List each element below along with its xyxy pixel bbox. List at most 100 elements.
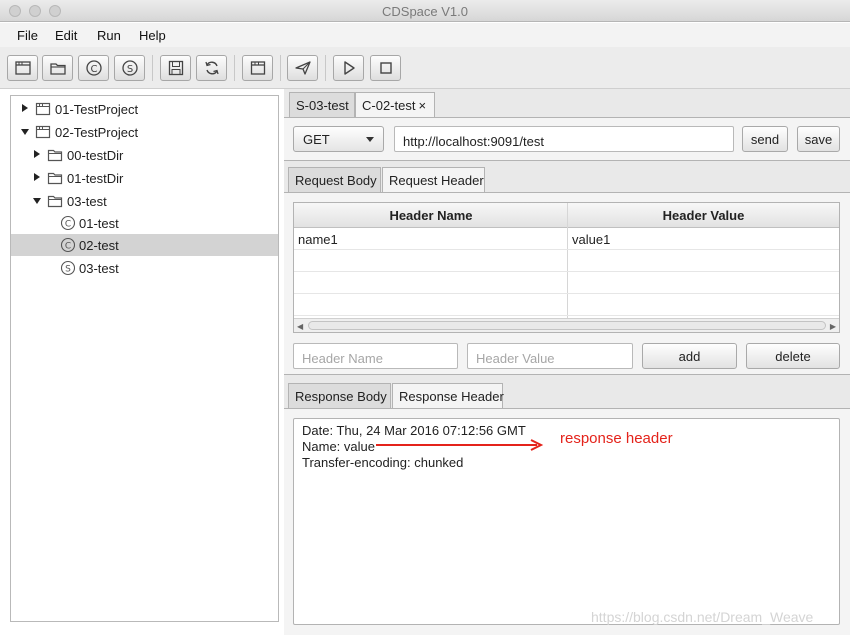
tab-label: C-02-test xyxy=(362,98,416,113)
server-icon: S xyxy=(60,260,76,276)
annotation-label: response header xyxy=(560,430,673,447)
refresh-icon xyxy=(204,61,219,75)
tree-item-label: 03-test xyxy=(79,261,119,276)
open-folder-icon xyxy=(49,63,66,75)
column-header-value[interactable]: Header Value xyxy=(568,203,839,228)
svg-text:S: S xyxy=(126,64,132,75)
tree-item-03-test-dir[interactable]: 03-test xyxy=(11,190,278,212)
new-project-button[interactable] xyxy=(7,55,38,81)
open-folder-button[interactable] xyxy=(42,55,73,81)
response-line: Transfer-encoding: chunked xyxy=(302,455,464,470)
watermark: https://blog.csdn.net/Dream_Weave xyxy=(591,609,814,625)
scroll-left-icon[interactable]: ◀ xyxy=(297,322,303,331)
tree-item-02-test[interactable]: C 02-test xyxy=(11,234,278,256)
annotation-arrow-icon xyxy=(376,439,544,451)
folder-icon xyxy=(47,172,63,185)
table-cell-name: name1 xyxy=(298,232,338,247)
tab-request-body[interactable]: Request Body xyxy=(288,167,381,193)
header-value-input[interactable] xyxy=(467,343,633,369)
stop-icon xyxy=(379,62,392,74)
menu-bar: File Edit Run Help xyxy=(0,23,850,47)
send-request-button[interactable]: send xyxy=(742,126,788,152)
header-name-input[interactable] xyxy=(293,343,458,369)
new-project-icon xyxy=(14,61,31,75)
svg-text:C: C xyxy=(90,64,97,75)
response-line: Date: Thu, 24 Mar 2016 07:12:56 GMT xyxy=(302,423,526,438)
table-row-empty xyxy=(294,272,839,294)
save-request-button[interactable]: save xyxy=(797,126,840,152)
tree-item-label: 01-TestProject xyxy=(55,102,139,117)
save-button[interactable] xyxy=(160,55,191,81)
tab-label: S-03-test xyxy=(296,98,349,113)
tree-item-01-testproject[interactable]: 01-TestProject xyxy=(11,98,278,120)
tree-item-label: 03-test xyxy=(67,194,107,209)
response-line: Name: value xyxy=(302,439,375,454)
window-icon xyxy=(250,61,265,75)
column-header-name[interactable]: Header Name xyxy=(294,203,568,228)
run-button[interactable] xyxy=(333,55,364,81)
project-icon xyxy=(35,125,51,139)
url-input[interactable] xyxy=(394,126,734,152)
svg-text:C: C xyxy=(65,242,71,252)
stop-button[interactable] xyxy=(370,55,401,81)
expand-arrow-icon[interactable] xyxy=(34,150,40,158)
new-client-button[interactable]: C xyxy=(78,55,109,81)
table-cell-value: value1 xyxy=(572,232,611,247)
toolbar-separator xyxy=(234,55,235,81)
menu-edit[interactable]: Edit xyxy=(55,28,77,43)
expand-arrow-icon[interactable] xyxy=(22,104,28,112)
tree-item-01-test[interactable]: C 01-test xyxy=(11,212,278,234)
tree-item-label: 02-TestProject xyxy=(55,125,139,140)
svg-text:C: C xyxy=(65,220,71,230)
add-header-button[interactable]: add xyxy=(642,343,737,369)
window-button[interactable] xyxy=(242,55,273,81)
refresh-button[interactable] xyxy=(196,55,227,81)
client-icon: C xyxy=(60,237,76,253)
folder-icon xyxy=(47,195,63,208)
collapse-arrow-icon[interactable] xyxy=(21,129,29,135)
play-icon xyxy=(343,61,355,75)
toolbar-separator xyxy=(152,55,153,81)
project-tree[interactable]: 01-TestProject 02-TestProject 00-testDir… xyxy=(10,95,279,622)
tree-item-label: 00-testDir xyxy=(67,148,124,163)
collapse-arrow-icon[interactable] xyxy=(33,198,41,204)
toolbar-separator xyxy=(325,55,326,81)
header-table[interactable]: Header Name Header Value name1 value1 ◀ … xyxy=(293,202,840,333)
tree-item-00-testdir[interactable]: 00-testDir xyxy=(11,144,278,166)
method-select[interactable]: GET xyxy=(293,126,384,152)
tree-item-03-test[interactable]: S 03-test xyxy=(11,257,278,279)
menu-file[interactable]: File xyxy=(17,28,38,43)
delete-header-button[interactable]: delete xyxy=(746,343,840,369)
tab-c-02-test[interactable]: C-02-test × xyxy=(355,92,435,118)
folder-icon xyxy=(47,149,63,162)
project-icon xyxy=(35,102,51,116)
close-tab-icon[interactable]: × xyxy=(418,98,426,113)
tree-item-02-testproject[interactable]: 02-TestProject xyxy=(11,121,278,143)
tab-request-header[interactable]: Request Header xyxy=(382,167,485,193)
tree-item-label: 01-testDir xyxy=(67,171,124,186)
table-row-empty xyxy=(294,250,839,272)
menu-help[interactable]: Help xyxy=(139,28,166,43)
tree-item-label: 01-test xyxy=(79,216,119,231)
menu-run[interactable]: Run xyxy=(97,28,121,43)
scrollbar-thumb[interactable] xyxy=(308,321,826,330)
svg-text:S: S xyxy=(65,265,71,275)
method-value: GET xyxy=(303,132,330,147)
horizontal-scrollbar[interactable]: ◀ ▶ xyxy=(294,318,839,332)
save-icon xyxy=(168,60,183,76)
tab-s-03-test[interactable]: S-03-test xyxy=(289,92,355,118)
tab-response-header[interactable]: Response Header xyxy=(392,383,504,409)
toolbar: C S xyxy=(0,47,850,89)
new-server-button[interactable]: S xyxy=(114,55,145,81)
send-button[interactable] xyxy=(287,55,318,81)
window-title: CDSpace V1.0 xyxy=(382,4,468,19)
table-row-empty xyxy=(294,294,839,316)
toolbar-separator xyxy=(280,55,281,81)
send-icon xyxy=(294,61,311,75)
tab-response-body[interactable]: Response Body xyxy=(288,383,391,409)
client-icon: C xyxy=(85,60,102,76)
window-title-bar: CDSpace V1.0 xyxy=(0,0,850,22)
scroll-right-icon[interactable]: ▶ xyxy=(830,322,836,331)
tree-item-01-testdir[interactable]: 01-testDir xyxy=(11,167,278,189)
expand-arrow-icon[interactable] xyxy=(34,173,40,181)
